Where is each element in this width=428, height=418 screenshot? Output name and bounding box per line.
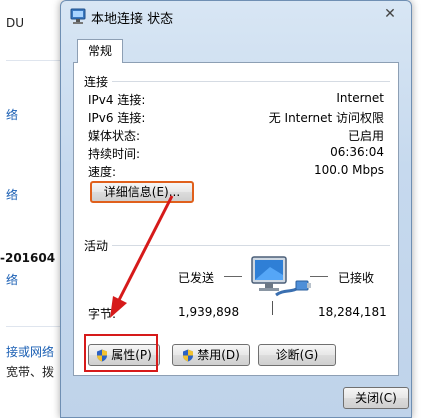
background-text: DU: [6, 16, 25, 30]
background-link[interactable]: 络: [6, 106, 18, 123]
details-button[interactable]: 详细信息(E)...: [90, 181, 194, 203]
media-state-value: 已启用: [347, 129, 384, 143]
received-label: 已接收: [338, 271, 375, 285]
background-text: 宽带、拨: [6, 365, 55, 379]
sent-dash: [224, 276, 242, 277]
speed-value: 100.0 Mbps: [313, 163, 384, 177]
duration-value: 06:36:04: [330, 145, 384, 159]
activity-separator: [272, 301, 273, 315]
ipv4-value: Internet: [336, 91, 384, 105]
disable-button[interactable]: 禁用(D): [172, 344, 250, 366]
background-link[interactable]: 接或网络: [6, 343, 54, 360]
uac-shield-icon: [183, 349, 194, 362]
close-icon[interactable]: ✕: [377, 5, 403, 23]
group-divider: [112, 245, 390, 246]
activity-heading: 活动: [84, 239, 109, 253]
background-link[interactable]: 络: [6, 186, 18, 203]
dialog-title: 本地连接 状态: [91, 12, 174, 27]
general-panel: 连接 IPv4 连接: Internet IPv6 连接: 无 Internet…: [73, 62, 399, 376]
received-dash: [310, 276, 328, 277]
network-adapter-icon: [70, 8, 86, 24]
ipv4-label: IPv4 连接:: [88, 93, 146, 107]
sent-label: 已发送: [178, 271, 215, 285]
ipv6-label: IPv6 连接:: [88, 111, 146, 125]
tab-general[interactable]: 常规: [77, 39, 123, 63]
background-divider: [6, 60, 66, 61]
ipv6-value: 无 Internet 访问权限: [268, 111, 384, 125]
title-bar[interactable]: 本地连接 状态 ✕: [61, 1, 411, 31]
group-divider: [112, 81, 390, 82]
background-window: DU 络 络 -201604 络 接或网络 宽带、拨: [0, 0, 68, 418]
speed-label: 速度:: [88, 165, 117, 179]
background-connection-name: -201604: [0, 251, 56, 265]
connection-heading: 连接: [84, 75, 109, 89]
diagnose-button[interactable]: 诊断(G): [258, 344, 336, 366]
disable-label: 禁用(D): [197, 348, 240, 362]
close-button[interactable]: 关闭(C): [343, 387, 409, 409]
duration-label: 持续时间:: [88, 147, 141, 161]
network-computer-icon: [251, 256, 311, 297]
highlight-box: [84, 334, 158, 372]
background-link[interactable]: 络: [6, 271, 18, 288]
bytes-received-value: 18,284,181: [318, 305, 387, 319]
media-state-label: 媒体状态:: [88, 129, 141, 143]
background-divider: [6, 326, 66, 327]
bytes-sent-value: 1,939,898: [178, 305, 240, 319]
bytes-label: 字节:: [88, 307, 117, 321]
